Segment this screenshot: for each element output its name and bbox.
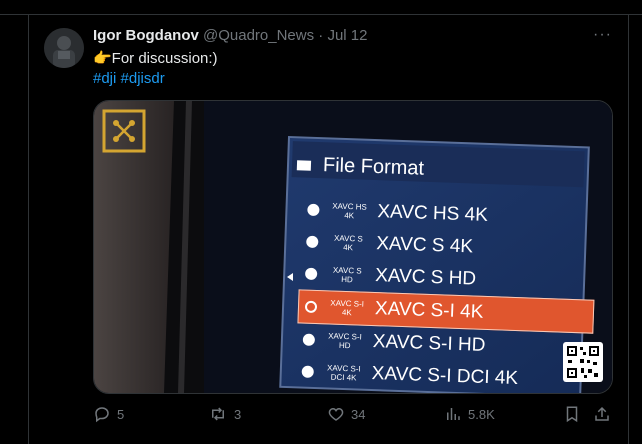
menu-header: File Format: [296, 153, 425, 180]
share-icon: [595, 406, 609, 421]
option-label: XAVC S HD: [374, 265, 477, 290]
option-label: XAVC HS 4K: [377, 201, 489, 226]
column-border-left: [28, 14, 29, 444]
hashtags: #dji #djisdr: [93, 69, 165, 89]
display-name[interactable]: Igor Bogdanov: [93, 27, 199, 44]
option-label: XAVC S-I 4K: [374, 298, 484, 323]
repost-icon: [212, 407, 224, 421]
tweet-header: Igor Bogdanov @Quadro_News · Jul 12: [93, 27, 367, 44]
user-handle[interactable]: @Quadro_News: [203, 27, 314, 44]
option-code: XAVC HS 4K: [332, 201, 367, 221]
option-code: XAVC S 4K: [333, 233, 363, 253]
more-options-icon[interactable]: ···: [593, 26, 612, 44]
option-label: XAVC S 4K: [375, 233, 474, 258]
bookmark-icon: [566, 406, 578, 423]
reply-button[interactable]: 5: [93, 405, 124, 423]
movie-camera-icon: [296, 159, 312, 171]
qr-code-icon: [563, 342, 603, 382]
option-code: XAVC S-I 4K: [330, 298, 365, 318]
option-label: XAVC S-I HD: [372, 331, 486, 356]
radio-icon: [306, 235, 319, 249]
bookmark-button[interactable]: [563, 405, 587, 423]
hashtag-dji[interactable]: #dji: [93, 70, 116, 87]
view-count: 5.8K: [468, 406, 495, 422]
column-border-right: [628, 14, 629, 444]
radio-selected-icon: [304, 300, 318, 314]
share-button[interactable]: [593, 405, 617, 423]
option-code: XAVC S-I HD: [328, 331, 362, 351]
avatar[interactable]: [44, 28, 84, 68]
like-button[interactable]: 34: [327, 405, 365, 423]
reply-icon: [95, 407, 109, 423]
option-label: XAVC S-I DCI 4K: [371, 363, 519, 390]
repost-button[interactable]: 3: [208, 405, 241, 423]
tweet-frame: Igor Bogdanov @Quadro_News · Jul 12 ··· …: [0, 0, 642, 444]
option-list: XAVC HS 4K XAVC HS 4K XAVC S 4K XAVC S 4K …: [297, 194, 598, 398]
separator: ·: [318, 27, 324, 44]
radio-icon: [307, 203, 320, 217]
radio-icon: [301, 365, 314, 378]
reply-count: 5: [117, 406, 125, 422]
top-divider: [0, 0, 642, 15]
heart-icon: [328, 407, 344, 421]
hashtag-djisdr[interactable]: #djisdr: [121, 70, 165, 87]
views-button[interactable]: 5.8K: [444, 405, 495, 423]
like-count: 34: [351, 406, 366, 422]
radio-icon: [304, 267, 318, 281]
menu-title: File Format: [322, 154, 425, 180]
repost-count: 3: [234, 406, 242, 422]
tweet-text: 👉For discussion:): [93, 50, 218, 67]
action-bar: 5 3 34 5.8K: [93, 405, 613, 425]
timestamp[interactable]: Jul 12: [327, 27, 367, 44]
option-code: XAVC S HD: [332, 265, 362, 285]
views-icon: [447, 408, 460, 420]
radio-icon: [302, 333, 316, 346]
option-code: XAVC S-I DCI 4K: [326, 363, 361, 383]
camera-menu: File Format XAVC HS 4K XAVC HS 4K XAVC S4…: [281, 135, 609, 391]
